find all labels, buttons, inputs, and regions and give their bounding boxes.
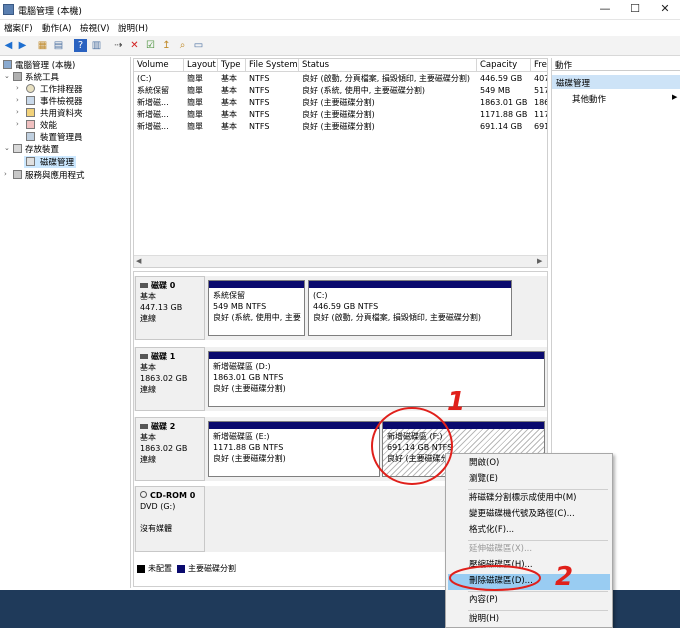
annotation-number-2: 2 <box>555 562 573 592</box>
annotation-circle-2 <box>449 565 541 591</box>
annotation-circle-1 <box>371 407 453 485</box>
annotation-overlay: 1 2 <box>371 387 573 592</box>
annotation-number-1: 1 <box>447 387 465 417</box>
